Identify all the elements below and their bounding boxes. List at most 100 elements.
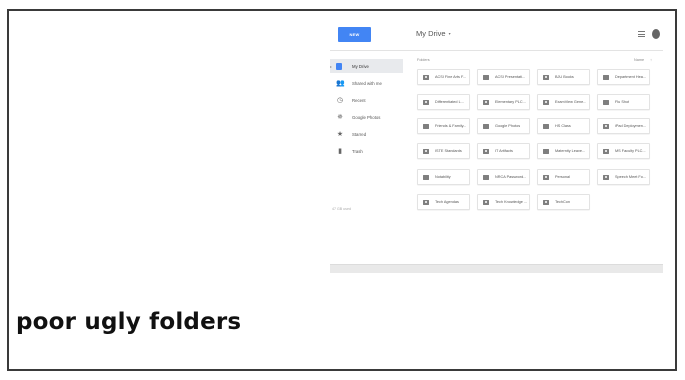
folder-tile[interactable]: Department Hea...	[597, 69, 650, 85]
sidebar-item-recent[interactable]: ◷ Recent	[330, 93, 403, 107]
shared-folder-icon	[423, 199, 429, 205]
sidebar-item-label: Trash	[352, 148, 363, 154]
folder-tile[interactable]: NRCA Password...	[477, 169, 530, 185]
folder-tile[interactable]: MS Faculty PLC...	[597, 143, 650, 159]
shared-folder-icon	[423, 148, 429, 154]
folder-tile[interactable]: Friends & Family...	[417, 118, 470, 134]
folder-name: TechCon	[555, 200, 570, 204]
shared-folder-icon	[603, 148, 609, 154]
my-drive-title[interactable]: My Drive ▾	[416, 29, 451, 38]
folder-tile[interactable]: Differentiated L...	[417, 94, 470, 110]
folder-name: Google Photos	[495, 124, 521, 128]
folder-tile[interactable]: Elementary PLC...	[477, 94, 530, 110]
shared-folder-icon	[543, 74, 549, 80]
sidebar-item-starred[interactable]: ★ Starred	[330, 127, 403, 141]
shared-folder-icon	[483, 199, 489, 205]
folder-name: ExamView Gene...	[555, 100, 587, 104]
folder-tile[interactable]: ACSI Fine Arts F...	[417, 69, 470, 85]
folder-icon	[423, 174, 429, 180]
page-title: My Drive	[416, 29, 446, 38]
info-icon[interactable]	[652, 29, 660, 39]
folder-name: BJU Books	[555, 75, 574, 79]
drive-icon	[336, 62, 342, 70]
drive-header: NEW My Drive ▾	[330, 19, 663, 51]
folder-tile[interactable]: Flu Shot	[597, 94, 650, 110]
sidebar-item-label: Starred	[352, 131, 367, 137]
folder-icon	[543, 148, 549, 154]
sort-control[interactable]: Name ↑	[634, 58, 652, 62]
sidebar-item-label: Google Photos	[352, 114, 381, 120]
shared-folder-icon	[483, 99, 489, 105]
folder-icon	[543, 123, 549, 129]
shared-folder-icon	[603, 174, 609, 180]
folder-icon	[483, 174, 489, 180]
shared-folder-icon	[543, 174, 549, 180]
sidebar-item-google-photos[interactable]: ✵ Google Photos	[330, 110, 403, 124]
chevron-down-icon: ▾	[448, 31, 451, 36]
shared-folder-icon	[543, 199, 549, 205]
new-button[interactable]: NEW	[338, 27, 371, 42]
folder-tile[interactable]: HS Class	[537, 118, 590, 134]
folder-tile[interactable]: Tech Knowledge ...	[477, 194, 530, 210]
folder-name: NRCA Password...	[495, 175, 527, 179]
slide-caption: poor ugly folders	[16, 309, 242, 335]
drive-footer-bar	[330, 264, 663, 273]
folder-icon	[483, 74, 489, 80]
folder-name: Flu Shot	[615, 100, 630, 104]
folder-name: ACSI Presentati...	[495, 75, 526, 79]
folder-name: Differentiated L...	[435, 100, 464, 104]
shared-folder-icon	[603, 123, 609, 129]
folder-tile[interactable]: Personal	[537, 169, 590, 185]
expand-arrow-icon[interactable]: ▸	[330, 64, 332, 69]
folder-icon	[603, 74, 609, 80]
folder-name: Speech Meet Fo...	[615, 175, 647, 179]
folders-section-label: Folders	[417, 58, 430, 62]
sidebar-item-my-drive[interactable]: ▸ My Drive	[330, 59, 403, 73]
folder-tile[interactable]: ACSI Presentati...	[477, 69, 530, 85]
sort-label: Name	[634, 58, 645, 62]
folder-name: Maternity Leave...	[555, 149, 586, 153]
folder-name: HS Class	[555, 124, 571, 128]
sidebar-item-label: Shared with me	[352, 80, 382, 86]
folder-tile[interactable]: Maternity Leave...	[537, 143, 590, 159]
folder-name: Personal	[555, 175, 570, 179]
clock-icon: ◷	[336, 96, 344, 104]
folder-tile[interactable]: BJU Books	[537, 69, 590, 85]
storage-usage[interactable]: 47 GB used	[332, 207, 351, 211]
drive-screenshot: NEW My Drive ▾ ▸ My Drive 👥 Shared with …	[330, 19, 663, 273]
folder-name: Tech Agendas	[435, 200, 459, 204]
shared-folder-icon	[423, 74, 429, 80]
star-icon: ★	[336, 130, 344, 138]
trash-icon: ▮	[338, 147, 342, 155]
folder-name: ISTE Standards	[435, 149, 462, 153]
folder-tile[interactable]: ExamView Gene...	[537, 94, 590, 110]
folder-tile[interactable]: iPad Deploymen...	[597, 118, 650, 134]
sidebar-item-trash[interactable]: ▮ Trash	[330, 144, 403, 158]
folder-tile[interactable]: ISTE Standards	[417, 143, 470, 159]
folder-tile[interactable]: Google Photos	[477, 118, 530, 134]
list-view-icon[interactable]	[638, 31, 645, 37]
folder-name: MS Faculty PLC...	[615, 149, 646, 153]
folder-name: Notability	[435, 175, 451, 179]
folders-pane: Folders Name ↑ ACSI Fine Arts F... ACSI P…	[414, 54, 663, 273]
folder-name: Tech Knowledge ...	[495, 200, 528, 204]
folder-icon	[423, 123, 429, 129]
shared-folder-icon	[483, 148, 489, 154]
folder-name: Department Hea...	[615, 75, 647, 79]
folder-tile[interactable]: Tech Agendas	[417, 194, 470, 210]
folder-name: IT Artifacts	[495, 149, 513, 153]
pinwheel-icon: ✵	[337, 113, 343, 121]
shared-folder-icon	[543, 99, 549, 105]
folder-name: ACSI Fine Arts F...	[435, 75, 467, 79]
folder-tile[interactable]: Speech Meet Fo...	[597, 169, 650, 185]
folder-tile[interactable]: TechCon	[537, 194, 590, 210]
folder-icon	[603, 99, 609, 105]
people-icon: 👥	[336, 79, 345, 87]
sidebar-item-label: My Drive	[352, 63, 369, 69]
sidebar-item-label: Recent	[352, 97, 366, 103]
folder-name: iPad Deploymen...	[615, 124, 647, 128]
folder-tile[interactable]: IT Artifacts	[477, 143, 530, 159]
sidebar-item-shared-with-me[interactable]: 👥 Shared with me	[330, 76, 403, 90]
folder-tile[interactable]: Notability	[417, 169, 470, 185]
folder-icon	[483, 123, 489, 129]
